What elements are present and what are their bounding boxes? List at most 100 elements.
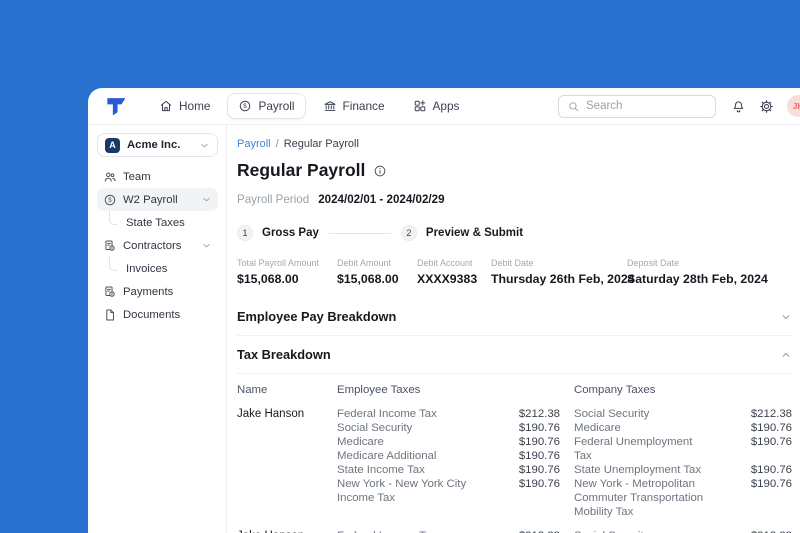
info-icon[interactable] [373, 164, 387, 178]
step-connector [328, 232, 391, 234]
step-2[interactable]: 2 Preview & Submit [400, 225, 523, 241]
tax-name: New York - New York City Income Tax [337, 478, 467, 504]
tax-name: Federal Unemployment Tax [574, 436, 693, 462]
tax-name: Federal Income Tax [337, 529, 437, 533]
col-header-name: Name [237, 384, 268, 396]
tax-item: Federal Income Tax $212.38 [337, 407, 560, 421]
summary-value: $15,068.00 [337, 272, 399, 286]
tax-name: Social Security [337, 422, 413, 434]
tax-amount: $190.76 [518, 436, 560, 448]
sidebar-item-payments[interactable]: Payments [97, 280, 218, 303]
nav-items: Home $ Payroll Finance Apps [148, 93, 470, 119]
document-icon [103, 308, 117, 322]
tax-item: State Income Tax $190.76 [337, 463, 560, 477]
app-window: Home $ Payroll Finance Apps JH A Acme Inc. T… [88, 88, 800, 533]
tax-table-header: Name Employee Taxes Company Taxes [237, 383, 792, 397]
sidebar-item-contractors[interactable]: Contractors [97, 234, 218, 257]
summary-total-payroll-amount: Total Payroll Amount $15,068.00 [237, 258, 337, 286]
tax-breakdown-table: Name Employee Taxes Company Taxes Jake H… [237, 383, 792, 533]
breadcrumb-current: Regular Payroll [283, 138, 359, 150]
employee-name: Jake Hanson [237, 529, 337, 533]
section-tax-breakdown[interactable]: Tax Breakdown [237, 336, 792, 374]
nav-item-label: Payroll [258, 99, 295, 113]
sidebar-item-invoices[interactable]: Invoices [97, 256, 218, 280]
step-1[interactable]: 1 Gross Pay [237, 225, 319, 241]
tax-table-body: Jake Hanson Federal Income Tax $212.38 Soci… [237, 407, 792, 533]
settings-gear-icon[interactable] [759, 99, 774, 114]
tax-item: Federal Unemployment Tax $190.76 [574, 435, 792, 463]
tax-amount: $190.76 [518, 478, 560, 490]
nav-item-apps[interactable]: Apps [402, 93, 471, 119]
sidebar-item-label: Payments [123, 285, 174, 298]
user-avatar[interactable]: JH [787, 95, 800, 117]
tax-amount: $190.76 [750, 436, 792, 448]
tax-item: New York - Metropolitan Commuter Transpo… [574, 477, 792, 519]
tax-item: State Unemployment Tax $190.76 [574, 463, 792, 477]
search-input[interactable] [586, 100, 707, 112]
apps-icon [413, 99, 427, 113]
sidebar-item-documents[interactable]: Documents [97, 303, 218, 326]
payroll-period-value: 2024/02/01 - 2024/02/29 [318, 193, 445, 206]
bank-icon [323, 99, 337, 113]
tax-name: State Income Tax [337, 464, 425, 476]
sidebar-item-state-taxes[interactable]: State Taxes [97, 210, 218, 234]
employee-name: Jake Hanson [237, 408, 305, 420]
sidebar-item-label: State Taxes [126, 216, 185, 229]
sidebar-item-label: Invoices [126, 262, 168, 275]
tax-amount: $190.76 [750, 464, 792, 476]
payroll-summary: Total Payroll Amount $15,068.00 Debit Amou… [237, 258, 792, 286]
team-icon [103, 170, 117, 184]
summary-debit-account: Debit Account XXXX9383 [417, 258, 491, 286]
sidebar-item-w2-payroll[interactable]: $ W2 Payroll [97, 188, 218, 211]
tax-amount: $190.76 [750, 422, 792, 434]
brand-logo-icon[interactable] [105, 94, 129, 118]
tax-item: Social Security $212.38 [574, 529, 792, 533]
summary-debit-amount: Debit Amount $15,068.00 [337, 258, 417, 286]
tax-item: Federal Income Tax $212.38 [337, 529, 560, 533]
top-nav: Home $ Payroll Finance Apps JH [88, 88, 800, 125]
tree-connector [109, 210, 117, 225]
sidebar-menu: Team $ W2 Payroll State Taxes Contractors Inv… [97, 165, 218, 326]
chevron-down-icon [201, 194, 212, 205]
chevron-up-icon [780, 349, 792, 361]
section-employee-pay-breakdown[interactable]: Employee Pay Breakdown [237, 298, 792, 336]
nav-item-payroll[interactable]: $ Payroll [227, 93, 306, 119]
dollar-circle-icon: $ [103, 193, 117, 207]
sidebar-item-label: Contractors [123, 239, 182, 252]
receipt-icon [103, 239, 117, 253]
summary-label: Debit Date [491, 258, 534, 268]
summary-value: Saturday 28th Feb, 2024 [627, 272, 768, 286]
sidebar-item-team[interactable]: Team [97, 165, 218, 188]
payroll-period-label: Payroll Period [237, 193, 310, 206]
page-title: Regular Payroll [237, 160, 366, 180]
tax-item: Medicare $190.76 [337, 435, 560, 449]
tax-amount: $190.76 [518, 422, 560, 434]
nav-item-finance[interactable]: Finance [312, 93, 396, 119]
chevron-down-icon [780, 311, 792, 323]
summary-deposit-date: Deposit Date Saturday 28th Feb, 2024 [627, 258, 776, 286]
section-title: Tax Breakdown [237, 347, 331, 362]
tax-item: Social Security $212.38 [574, 407, 792, 421]
breadcrumb-payroll-link[interactable]: Payroll [237, 138, 271, 150]
tax-amount: $190.76 [518, 450, 560, 462]
employee-taxes-cell: Federal Income Tax $212.38 [337, 529, 560, 533]
tax-name: Medicare [574, 422, 621, 434]
tax-name: Federal Income Tax [337, 408, 437, 420]
tax-name: New York - Metropolitan Commuter Transpo… [574, 478, 704, 518]
summary-label: Debit Amount [337, 258, 392, 268]
nav-item-label: Finance [342, 99, 385, 113]
nav-item-home[interactable]: Home [148, 93, 221, 119]
company-selector[interactable]: A Acme Inc. [97, 133, 218, 157]
search-box[interactable] [558, 94, 716, 118]
svg-text:$: $ [108, 197, 112, 204]
step-number: 1 [237, 225, 253, 241]
col-header-company-taxes: Company Taxes [574, 384, 656, 396]
notifications-bell-icon[interactable] [731, 99, 746, 114]
stepper: 1 Gross Pay 2 Preview & Submit [237, 225, 792, 241]
summary-value: $15,068.00 [237, 272, 299, 286]
dollar-circle-icon: $ [238, 99, 252, 113]
collapsible-sections: Employee Pay Breakdown Tax Breakdown [237, 298, 792, 374]
sidebar-item-label: W2 Payroll [123, 193, 178, 206]
tax-amount: $190.76 [518, 464, 560, 476]
svg-text:$: $ [244, 103, 248, 110]
